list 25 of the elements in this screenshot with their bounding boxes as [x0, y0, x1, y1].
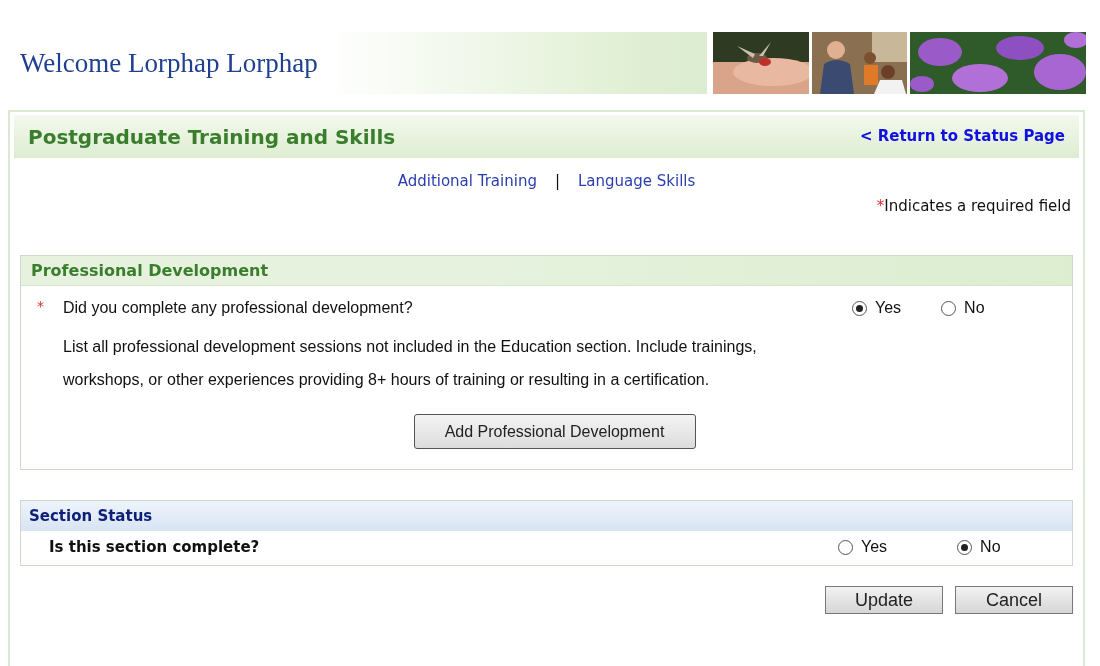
section-link[interactable]: Additional Training — [397, 170, 537, 193]
radio-button[interactable] — [852, 300, 867, 316]
radio-button[interactable] — [957, 539, 973, 555]
welcome-heading: Welcome Lorphap Lorphap — [20, 46, 318, 80]
section-heading: Professional Development — [21, 256, 1072, 286]
radio-option[interactable]: No — [941, 296, 985, 320]
radio-option[interactable]: No — [957, 535, 1001, 559]
question-text: Did you complete any professional development? — [63, 298, 414, 318]
form-button[interactable]: Update — [825, 586, 943, 614]
radio-button[interactable] — [838, 539, 853, 555]
question-text: Is this section complete? — [49, 536, 261, 558]
required-mark: * — [37, 297, 45, 316]
radio-option[interactable]: Yes — [838, 535, 888, 559]
radio-option[interactable]: Yes — [852, 296, 902, 320]
instructions-text: List all professional development sessions not included in the Education section. Include trainings, workshops, or other experiences providing 8+ hours of training or resulting in a certification. — [63, 337, 758, 390]
required-note: Indicates a required field — [884, 196, 1071, 215]
page-title: Postgraduate Training and Skills — [28, 123, 396, 151]
add-professional-development-button[interactable]: Add Professional Development — [413, 414, 696, 449]
radio-button[interactable] — [941, 300, 957, 316]
section-link[interactable]: Language Skills — [578, 170, 696, 193]
required-mark: * — [876, 196, 885, 215]
separator: | — [554, 171, 560, 192]
return-link[interactable]: < Return to Status Page — [859, 125, 1065, 148]
form-button[interactable]: Cancel — [955, 586, 1073, 614]
section-heading: Section Status — [21, 501, 1072, 531]
